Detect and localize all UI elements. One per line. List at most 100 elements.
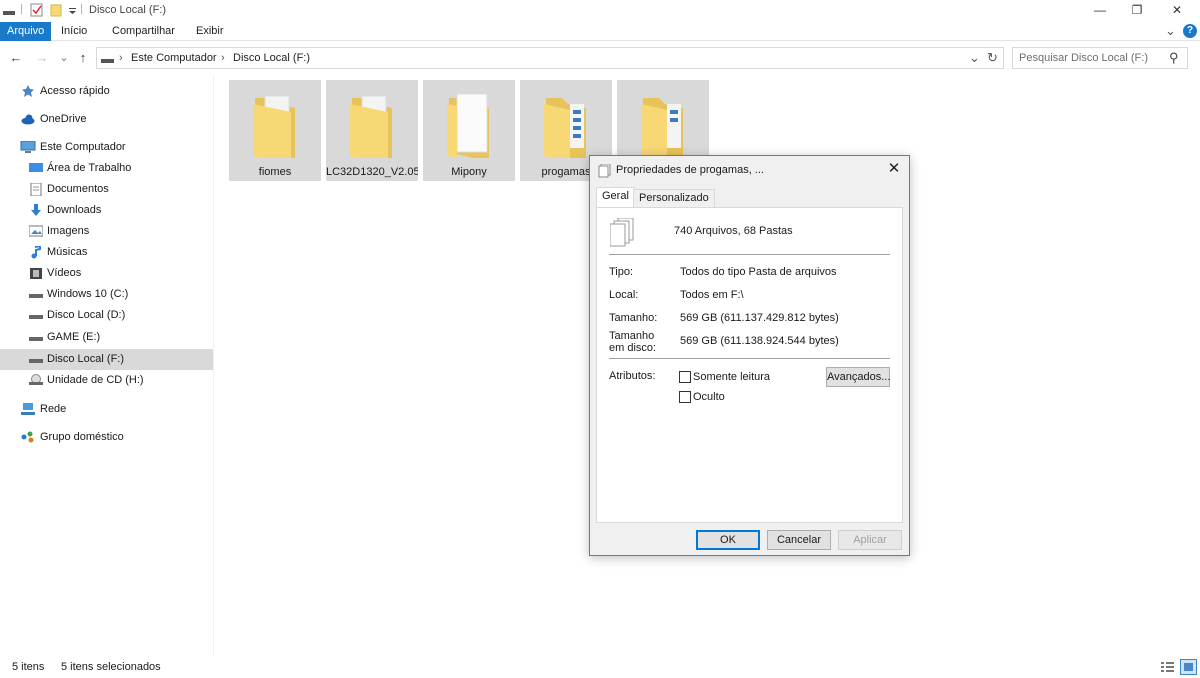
type-label: Tipo: bbox=[609, 266, 634, 278]
music-icon bbox=[30, 244, 44, 259]
large-icons-view-icon[interactable] bbox=[1180, 659, 1197, 675]
details-view-icon[interactable] bbox=[1160, 660, 1175, 674]
new-folder-icon[interactable] bbox=[50, 3, 64, 17]
video-icon bbox=[30, 267, 44, 279]
folder-item[interactable]: Mipony bbox=[423, 80, 515, 181]
size-label: Tamanho: bbox=[609, 312, 658, 324]
expand-ribbon-icon[interactable]: ⌄ bbox=[1165, 23, 1176, 39]
drive-icon bbox=[29, 331, 43, 343]
sidebar-item-unidade-cd-h[interactable]: Unidade de CD (H:) bbox=[0, 370, 213, 391]
divider bbox=[609, 358, 890, 359]
address-dropdown-icon[interactable]: ⌄ bbox=[969, 50, 980, 66]
homegroup-icon bbox=[21, 431, 35, 443]
folder-item[interactable]: LC32D1320_V2.05 bbox=[326, 80, 418, 181]
status-bar: 5 itens 5 itens selecionados bbox=[0, 658, 1200, 678]
properties-dialog: Propriedades de progamas, ... ✕ Geral Pe… bbox=[589, 155, 910, 556]
sidebar-item-windows-c[interactable]: Windows 10 (C:) bbox=[0, 284, 213, 305]
sidebar-item-rede[interactable]: Rede bbox=[0, 399, 213, 420]
properties-icon[interactable] bbox=[30, 3, 44, 17]
help-icon[interactable]: ? bbox=[1183, 24, 1197, 38]
hidden-label: Oculto bbox=[693, 391, 725, 403]
breadcrumb-disco-local[interactable]: Disco Local (F:) bbox=[233, 52, 310, 64]
tab-personalizado[interactable]: Personalizado bbox=[633, 189, 715, 207]
folder-icon bbox=[542, 90, 590, 162]
forward-icon[interactable]: → bbox=[34, 50, 50, 66]
star-icon bbox=[21, 85, 35, 97]
cancel-button[interactable]: Cancelar bbox=[767, 530, 831, 550]
sidebar-item-acesso-rapido[interactable]: Acesso rápido bbox=[0, 81, 213, 102]
size-on-disk-label: em disco: bbox=[609, 342, 657, 354]
folder-name: LC32D1320_V2.05 bbox=[326, 166, 418, 178]
navigation-pane: Acesso rápido OneDrive Este Computador Á… bbox=[0, 76, 214, 656]
sidebar-item-documentos[interactable]: Documentos bbox=[0, 179, 213, 200]
breadcrumb-separator: › bbox=[119, 52, 123, 64]
location-label: Local: bbox=[609, 289, 639, 301]
sidebar-item-musicas[interactable]: Músicas bbox=[0, 242, 213, 263]
tab-compartilhar[interactable]: Compartilhar bbox=[105, 22, 182, 41]
close-button[interactable]: ✕ bbox=[1154, 0, 1200, 22]
attributes-label: Atributos: bbox=[609, 370, 656, 382]
cd-drive-icon bbox=[29, 374, 43, 386]
sidebar-item-downloads[interactable]: Downloads bbox=[0, 200, 213, 221]
dialog-close-button[interactable]: ✕ bbox=[884, 160, 904, 178]
sidebar-item-este-computador[interactable]: Este Computador bbox=[0, 137, 213, 158]
tab-inicio[interactable]: Início bbox=[54, 22, 94, 41]
readonly-checkbox[interactable] bbox=[679, 371, 691, 383]
tab-geral[interactable]: Geral bbox=[596, 187, 635, 208]
advanced-button[interactable]: Avançados... bbox=[826, 367, 890, 387]
title-bar: | | Disco Local (F:) — ❐ ✕ bbox=[0, 0, 1200, 22]
refresh-icon[interactable]: ↻ bbox=[987, 50, 998, 66]
location-value: Todos em F:\ bbox=[680, 289, 744, 301]
breadcrumb-este-computador[interactable]: Este Computador bbox=[131, 52, 217, 64]
search-placeholder: Pesquisar Disco Local (F:) bbox=[1019, 52, 1148, 64]
divider bbox=[609, 254, 890, 255]
folder-icon bbox=[445, 90, 493, 162]
drive-icon bbox=[2, 3, 16, 17]
tab-exibir[interactable]: Exibir bbox=[189, 22, 231, 41]
folder-item[interactable]: fiomes bbox=[229, 80, 321, 181]
back-icon[interactable]: ← bbox=[8, 50, 24, 66]
size-value: 569 GB (611.137.429.812 bytes) bbox=[680, 312, 839, 324]
hidden-checkbox[interactable] bbox=[679, 391, 691, 403]
sidebar-item-videos[interactable]: Vídeos bbox=[0, 263, 213, 284]
cloud-icon bbox=[21, 113, 35, 125]
documents-icon bbox=[30, 182, 44, 197]
address-bar[interactable]: › Este Computador › Disco Local (F:) ⌄ ↻ bbox=[96, 47, 1004, 69]
folder-icon bbox=[348, 90, 396, 164]
breadcrumb-separator: › bbox=[221, 52, 225, 64]
search-icon[interactable]: ⚲ bbox=[1169, 50, 1179, 66]
tab-arquivo[interactable]: Arquivo bbox=[0, 22, 52, 41]
folder-name: Mipony bbox=[451, 166, 487, 178]
download-icon bbox=[30, 204, 44, 216]
drive-icon bbox=[101, 53, 115, 68]
recent-locations-icon[interactable]: ⌄ bbox=[56, 50, 72, 66]
sidebar-item-area-de-trabalho[interactable]: Área de Trabalho bbox=[0, 158, 213, 179]
sidebar-item-disco-local-d[interactable]: Disco Local (D:) bbox=[0, 305, 213, 326]
ok-button[interactable]: OK bbox=[696, 530, 760, 550]
item-count: 5 itens bbox=[12, 661, 45, 673]
size-on-disk-label: Tamanho bbox=[609, 330, 655, 342]
sidebar-item-onedrive[interactable]: OneDrive bbox=[0, 109, 213, 130]
sidebar-item-imagens[interactable]: Imagens bbox=[0, 221, 213, 242]
files-icon bbox=[598, 163, 612, 181]
general-tab-panel: 740 Arquivos, 68 Pastas Tipo: Todos do t… bbox=[596, 207, 903, 523]
navigation-bar: ← → ⌄ ↑ › Este Computador › Disco Local … bbox=[0, 44, 1200, 72]
apply-button[interactable]: Aplicar bbox=[838, 530, 902, 550]
search-input[interactable]: Pesquisar Disco Local (F:) ⚲ bbox=[1012, 47, 1188, 69]
multiple-files-icon bbox=[609, 217, 634, 251]
type-value: Todos do tipo Pasta de arquivos bbox=[680, 266, 837, 278]
sidebar-item-game-e[interactable]: GAME (E:) bbox=[0, 327, 213, 348]
drive-icon bbox=[29, 288, 43, 300]
ribbon-tabs: Arquivo Início Compartilhar Exibir ⌄ ? bbox=[0, 22, 1200, 41]
up-icon[interactable]: ↑ bbox=[75, 50, 91, 66]
computer-icon bbox=[20, 140, 36, 153]
sidebar-item-grupo-domestico[interactable]: Grupo doméstico bbox=[0, 427, 213, 448]
window-title: Disco Local (F:) bbox=[89, 4, 167, 16]
summary-text: 740 Arquivos, 68 Pastas bbox=[674, 225, 793, 237]
drive-icon bbox=[29, 309, 43, 321]
sidebar-item-disco-local-f[interactable]: Disco Local (F:) bbox=[0, 349, 213, 370]
readonly-label: Somente leitura bbox=[693, 371, 771, 383]
dialog-title: Propriedades de progamas, ... bbox=[616, 164, 764, 176]
desktop-icon bbox=[29, 162, 43, 174]
folder-icon bbox=[639, 90, 687, 162]
